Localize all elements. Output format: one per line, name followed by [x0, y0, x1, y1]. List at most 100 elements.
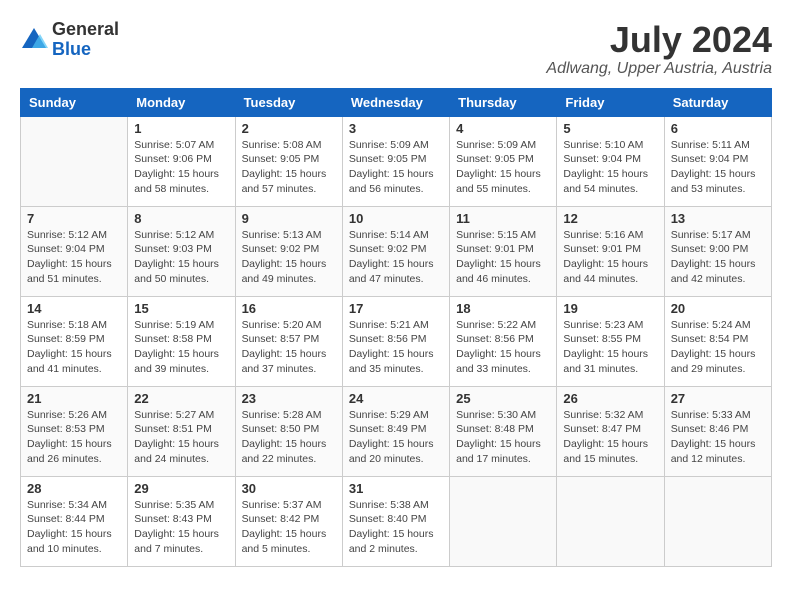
day-number: 18	[456, 301, 550, 316]
day-number: 7	[27, 211, 121, 226]
day-info: Sunrise: 5:33 AM Sunset: 8:46 PM Dayligh…	[671, 408, 765, 467]
weekday-header-saturday: Saturday	[664, 88, 771, 116]
day-number: 6	[671, 121, 765, 136]
day-number: 20	[671, 301, 765, 316]
day-info: Sunrise: 5:14 AM Sunset: 9:02 PM Dayligh…	[349, 228, 443, 287]
day-info: Sunrise: 5:35 AM Sunset: 8:43 PM Dayligh…	[134, 498, 228, 557]
day-number: 23	[242, 391, 336, 406]
day-info: Sunrise: 5:37 AM Sunset: 8:42 PM Dayligh…	[242, 498, 336, 557]
day-number: 25	[456, 391, 550, 406]
day-info: Sunrise: 5:12 AM Sunset: 9:03 PM Dayligh…	[134, 228, 228, 287]
week-row-1: 7 Sunrise: 5:12 AM Sunset: 9:04 PM Daylig…	[21, 206, 772, 296]
day-info: Sunrise: 5:32 AM Sunset: 8:47 PM Dayligh…	[563, 408, 657, 467]
calendar-cell: 6 Sunrise: 5:11 AM Sunset: 9:04 PM Daylig…	[664, 116, 771, 206]
day-number: 9	[242, 211, 336, 226]
calendar-cell: 22 Sunrise: 5:27 AM Sunset: 8:51 PM Dayli…	[128, 386, 235, 476]
day-number: 27	[671, 391, 765, 406]
day-info: Sunrise: 5:34 AM Sunset: 8:44 PM Dayligh…	[27, 498, 121, 557]
calendar-cell: 13Sunrise: 5:17 AM Sunset: 9:00 PM Dayli…	[664, 206, 771, 296]
day-number: 28	[27, 481, 121, 496]
calendar-cell: 23 Sunrise: 5:28 AM Sunset: 8:50 PM Dayli…	[235, 386, 342, 476]
calendar-cell: 28 Sunrise: 5:34 AM Sunset: 8:44 PM Dayli…	[21, 476, 128, 566]
day-info: Sunrise: 5:12 AM Sunset: 9:04 PM Dayligh…	[27, 228, 121, 287]
day-number: 26	[563, 391, 657, 406]
day-info: Sunrise: 5:08 AM Sunset: 9:05 PM Dayligh…	[242, 138, 336, 197]
day-number: 16	[242, 301, 336, 316]
day-number: 11	[456, 211, 550, 226]
month-year: July 2024	[546, 20, 772, 60]
day-number: 10	[349, 211, 443, 226]
calendar-cell: 3Sunrise: 5:09 AM Sunset: 9:05 PM Daylig…	[342, 116, 449, 206]
day-info: Sunrise: 5:24 AM Sunset: 8:54 PM Dayligh…	[671, 318, 765, 377]
logo-blue: Blue	[52, 39, 91, 59]
calendar-cell: 4Sunrise: 5:09 AM Sunset: 9:05 PM Daylig…	[450, 116, 557, 206]
weekday-header-tuesday: Tuesday	[235, 88, 342, 116]
day-info: Sunrise: 5:22 AM Sunset: 8:56 PM Dayligh…	[456, 318, 550, 377]
day-number: 12	[563, 211, 657, 226]
calendar-cell: 12 Sunrise: 5:16 AM Sunset: 9:01 PM Dayli…	[557, 206, 664, 296]
title-block: July 2024 Adlwang, Upper Austria, Austri…	[546, 20, 772, 78]
day-info: Sunrise: 5:29 AM Sunset: 8:49 PM Dayligh…	[349, 408, 443, 467]
day-info: Sunrise: 5:13 AM Sunset: 9:02 PM Dayligh…	[242, 228, 336, 287]
day-info: Sunrise: 5:38 AM Sunset: 8:40 PM Dayligh…	[349, 498, 443, 557]
weekday-header-row: SundayMondayTuesdayWednesdayThursdayFrid…	[21, 88, 772, 116]
day-number: 19	[563, 301, 657, 316]
day-number: 31	[349, 481, 443, 496]
logo-text: General Blue	[52, 20, 119, 60]
calendar-cell: 5Sunrise: 5:10 AM Sunset: 9:04 PM Daylig…	[557, 116, 664, 206]
calendar-cell: 25 Sunrise: 5:30 AM Sunset: 8:48 PM Dayli…	[450, 386, 557, 476]
calendar-cell: 29 Sunrise: 5:35 AM Sunset: 8:43 PM Dayli…	[128, 476, 235, 566]
day-number: 1	[134, 121, 228, 136]
day-number: 5	[563, 121, 657, 136]
calendar-table: SundayMondayTuesdayWednesdayThursdayFrid…	[20, 88, 772, 567]
week-row-0: 1Sunrise: 5:07 AM Sunset: 9:06 PM Daylig…	[21, 116, 772, 206]
day-number: 30	[242, 481, 336, 496]
day-number: 17	[349, 301, 443, 316]
calendar-cell: 18 Sunrise: 5:22 AM Sunset: 8:56 PM Dayli…	[450, 296, 557, 386]
calendar-cell: 21Sunrise: 5:26 AM Sunset: 8:53 PM Dayli…	[21, 386, 128, 476]
calendar-cell: 7 Sunrise: 5:12 AM Sunset: 9:04 PM Daylig…	[21, 206, 128, 296]
calendar-cell	[557, 476, 664, 566]
day-info: Sunrise: 5:15 AM Sunset: 9:01 PM Dayligh…	[456, 228, 550, 287]
day-info: Sunrise: 5:18 AM Sunset: 8:59 PM Dayligh…	[27, 318, 121, 377]
calendar-cell	[21, 116, 128, 206]
day-number: 22	[134, 391, 228, 406]
calendar-cell: 8 Sunrise: 5:12 AM Sunset: 9:03 PM Daylig…	[128, 206, 235, 296]
calendar-cell: 11 Sunrise: 5:15 AM Sunset: 9:01 PM Dayli…	[450, 206, 557, 296]
day-info: Sunrise: 5:27 AM Sunset: 8:51 PM Dayligh…	[134, 408, 228, 467]
week-row-2: 14 Sunrise: 5:18 AM Sunset: 8:59 PM Dayli…	[21, 296, 772, 386]
day-info: Sunrise: 5:17 AM Sunset: 9:00 PM Dayligh…	[671, 228, 765, 287]
weekday-header-thursday: Thursday	[450, 88, 557, 116]
calendar-cell	[450, 476, 557, 566]
calendar-cell: 15Sunrise: 5:19 AM Sunset: 8:58 PM Dayli…	[128, 296, 235, 386]
calendar-cell: 26 Sunrise: 5:32 AM Sunset: 8:47 PM Dayli…	[557, 386, 664, 476]
day-info: Sunrise: 5:20 AM Sunset: 8:57 PM Dayligh…	[242, 318, 336, 377]
calendar-cell: 17Sunrise: 5:21 AM Sunset: 8:56 PM Dayli…	[342, 296, 449, 386]
calendar-cell	[664, 476, 771, 566]
week-row-4: 28 Sunrise: 5:34 AM Sunset: 8:44 PM Dayli…	[21, 476, 772, 566]
day-number: 21	[27, 391, 121, 406]
calendar-cell: 24Sunrise: 5:29 AM Sunset: 8:49 PM Dayli…	[342, 386, 449, 476]
calendar-cell: 30 Sunrise: 5:37 AM Sunset: 8:42 PM Dayli…	[235, 476, 342, 566]
logo: General Blue	[20, 20, 119, 60]
calendar-cell: 9 Sunrise: 5:13 AM Sunset: 9:02 PM Daylig…	[235, 206, 342, 296]
weekday-header-monday: Monday	[128, 88, 235, 116]
weekday-header-friday: Friday	[557, 88, 664, 116]
day-info: Sunrise: 5:11 AM Sunset: 9:04 PM Dayligh…	[671, 138, 765, 197]
day-info: Sunrise: 5:30 AM Sunset: 8:48 PM Dayligh…	[456, 408, 550, 467]
calendar-cell: 20 Sunrise: 5:24 AM Sunset: 8:54 PM Dayli…	[664, 296, 771, 386]
day-info: Sunrise: 5:28 AM Sunset: 8:50 PM Dayligh…	[242, 408, 336, 467]
calendar-cell: 10 Sunrise: 5:14 AM Sunset: 9:02 PM Dayli…	[342, 206, 449, 296]
day-number: 14	[27, 301, 121, 316]
calendar-cell: 14 Sunrise: 5:18 AM Sunset: 8:59 PM Dayli…	[21, 296, 128, 386]
calendar-cell: 1Sunrise: 5:07 AM Sunset: 9:06 PM Daylig…	[128, 116, 235, 206]
day-info: Sunrise: 5:09 AM Sunset: 9:05 PM Dayligh…	[456, 138, 550, 197]
page-header: General Blue July 2024 Adlwang, Upper Au…	[20, 20, 772, 78]
logo-general: General	[52, 19, 119, 39]
day-info: Sunrise: 5:19 AM Sunset: 8:58 PM Dayligh…	[134, 318, 228, 377]
calendar-cell: 16 Sunrise: 5:20 AM Sunset: 8:57 PM Dayli…	[235, 296, 342, 386]
calendar-cell: 19Sunrise: 5:23 AM Sunset: 8:55 PM Dayli…	[557, 296, 664, 386]
day-number: 8	[134, 211, 228, 226]
day-info: Sunrise: 5:16 AM Sunset: 9:01 PM Dayligh…	[563, 228, 657, 287]
day-number: 29	[134, 481, 228, 496]
